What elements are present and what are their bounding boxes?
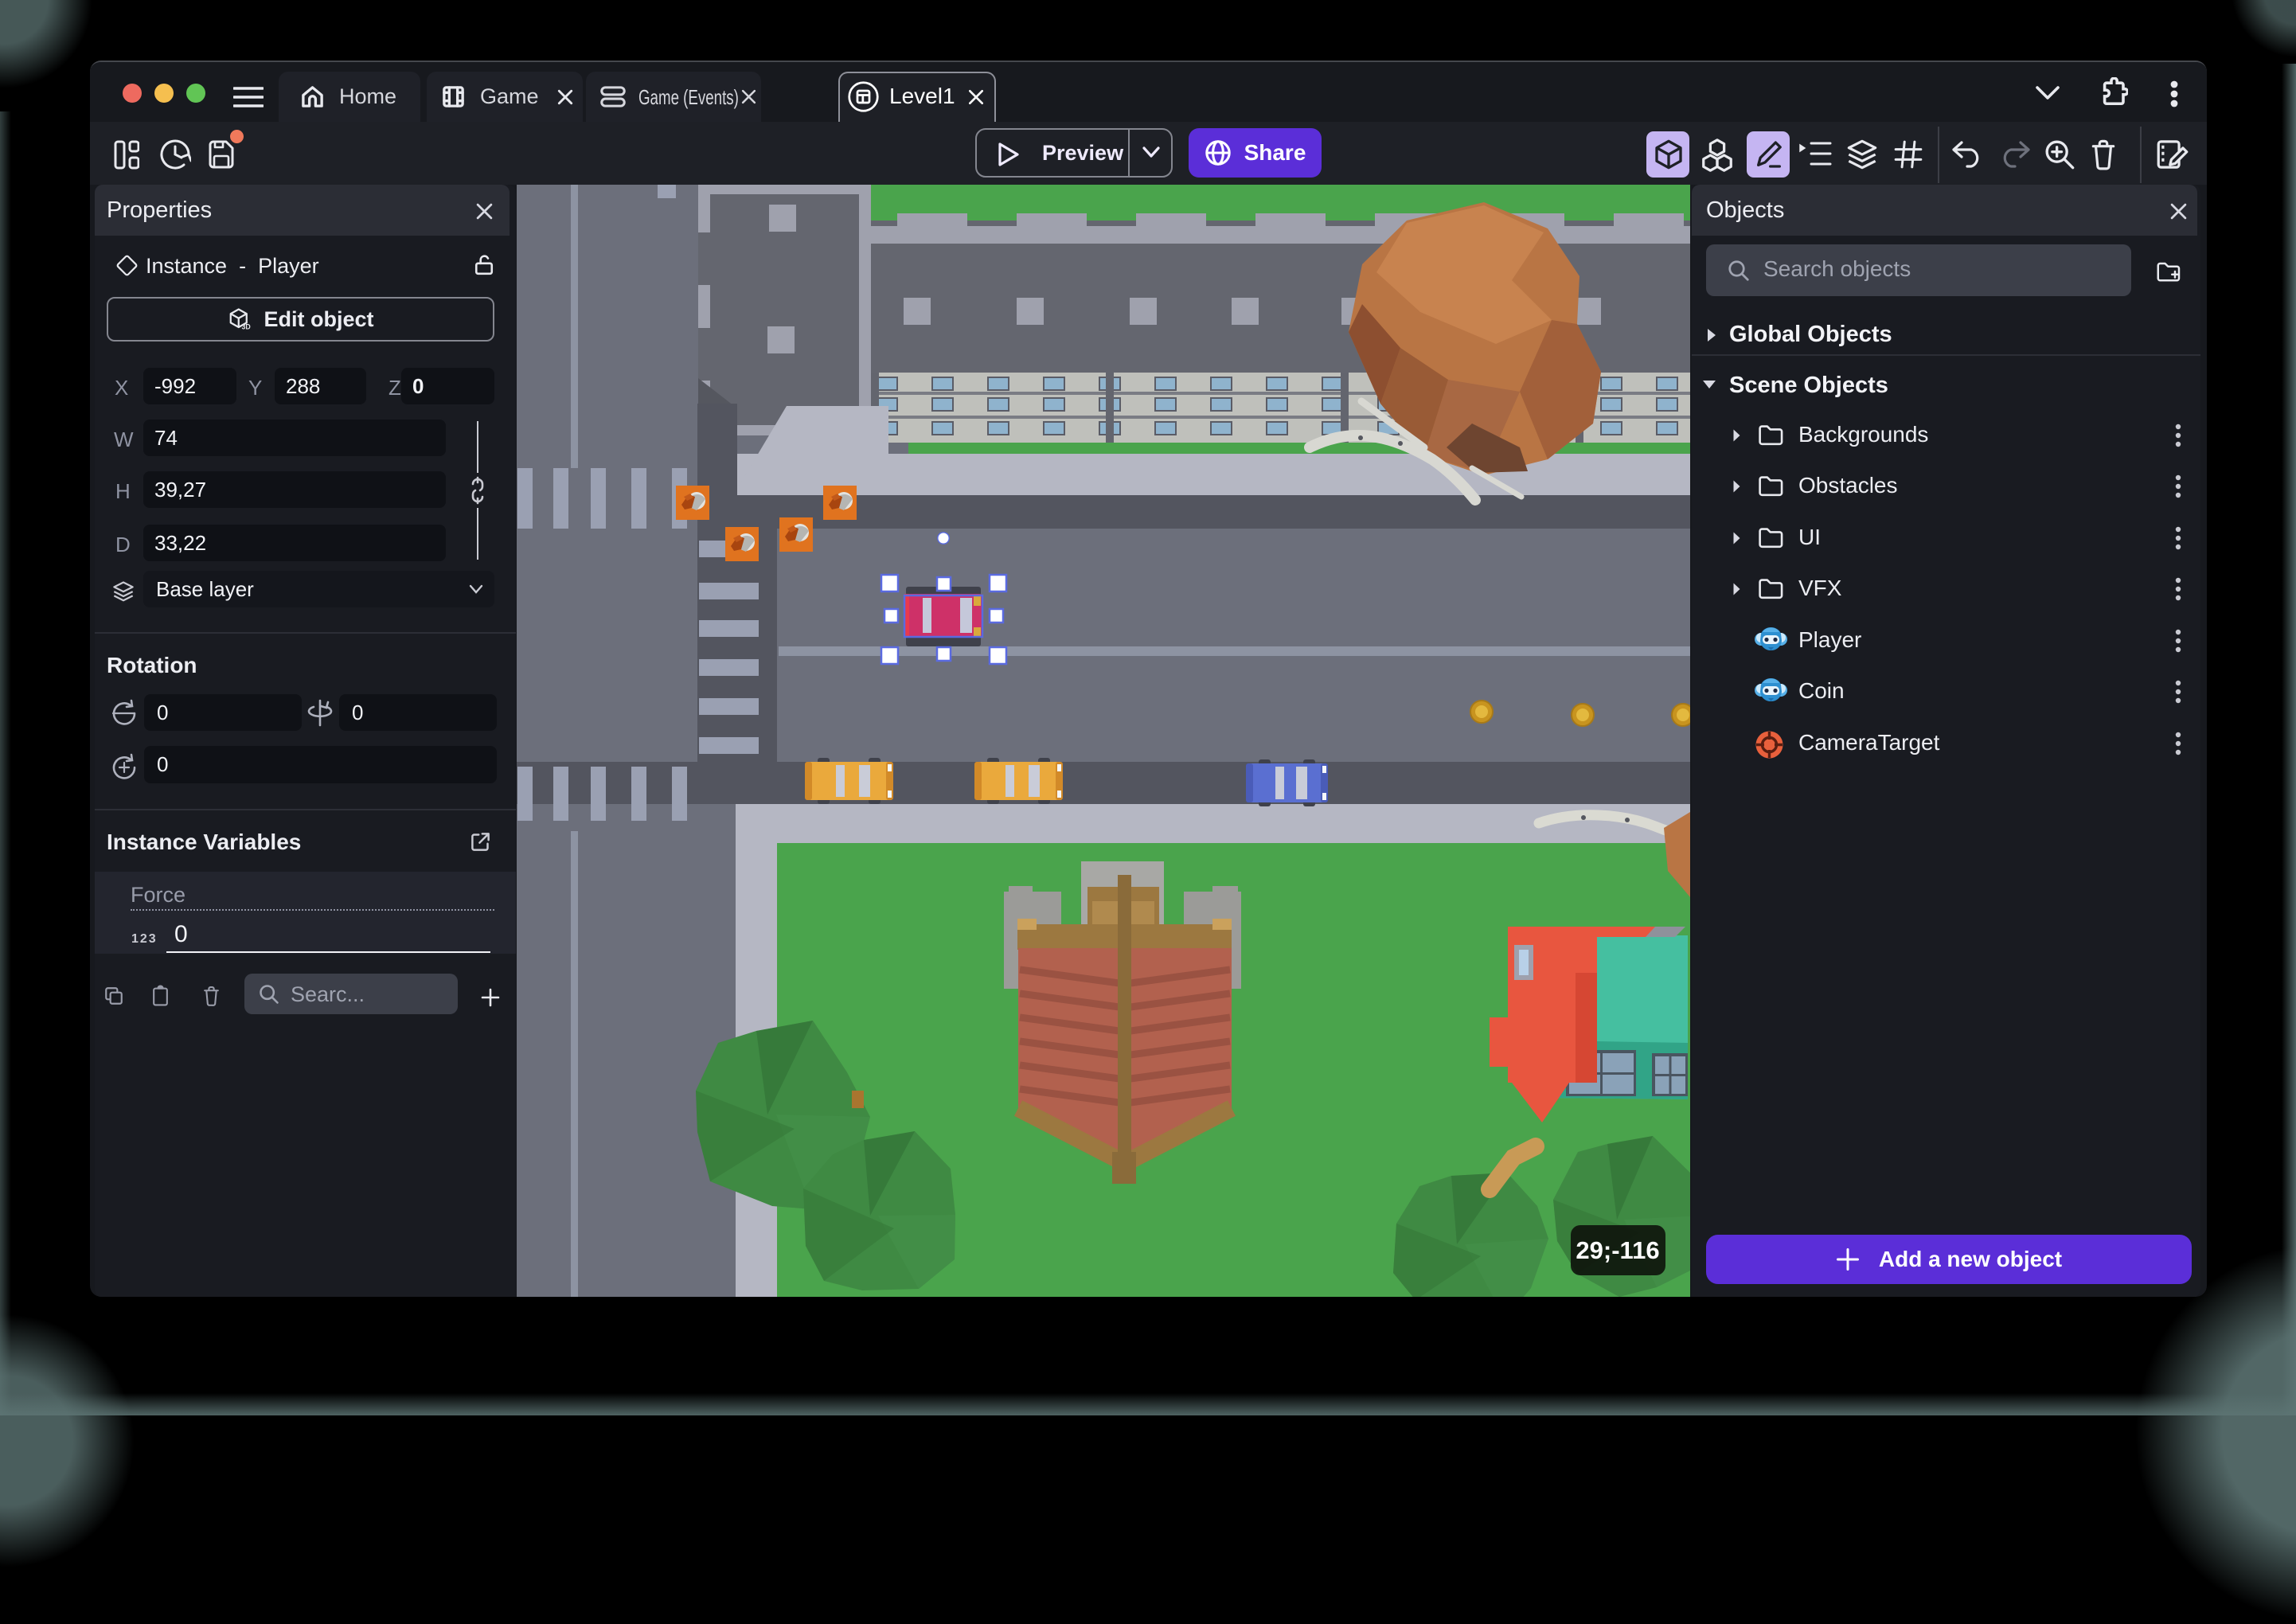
svg-text:3D: 3D (242, 323, 251, 331)
svg-text:29;-116: 29;-116 (1576, 1236, 1659, 1264)
